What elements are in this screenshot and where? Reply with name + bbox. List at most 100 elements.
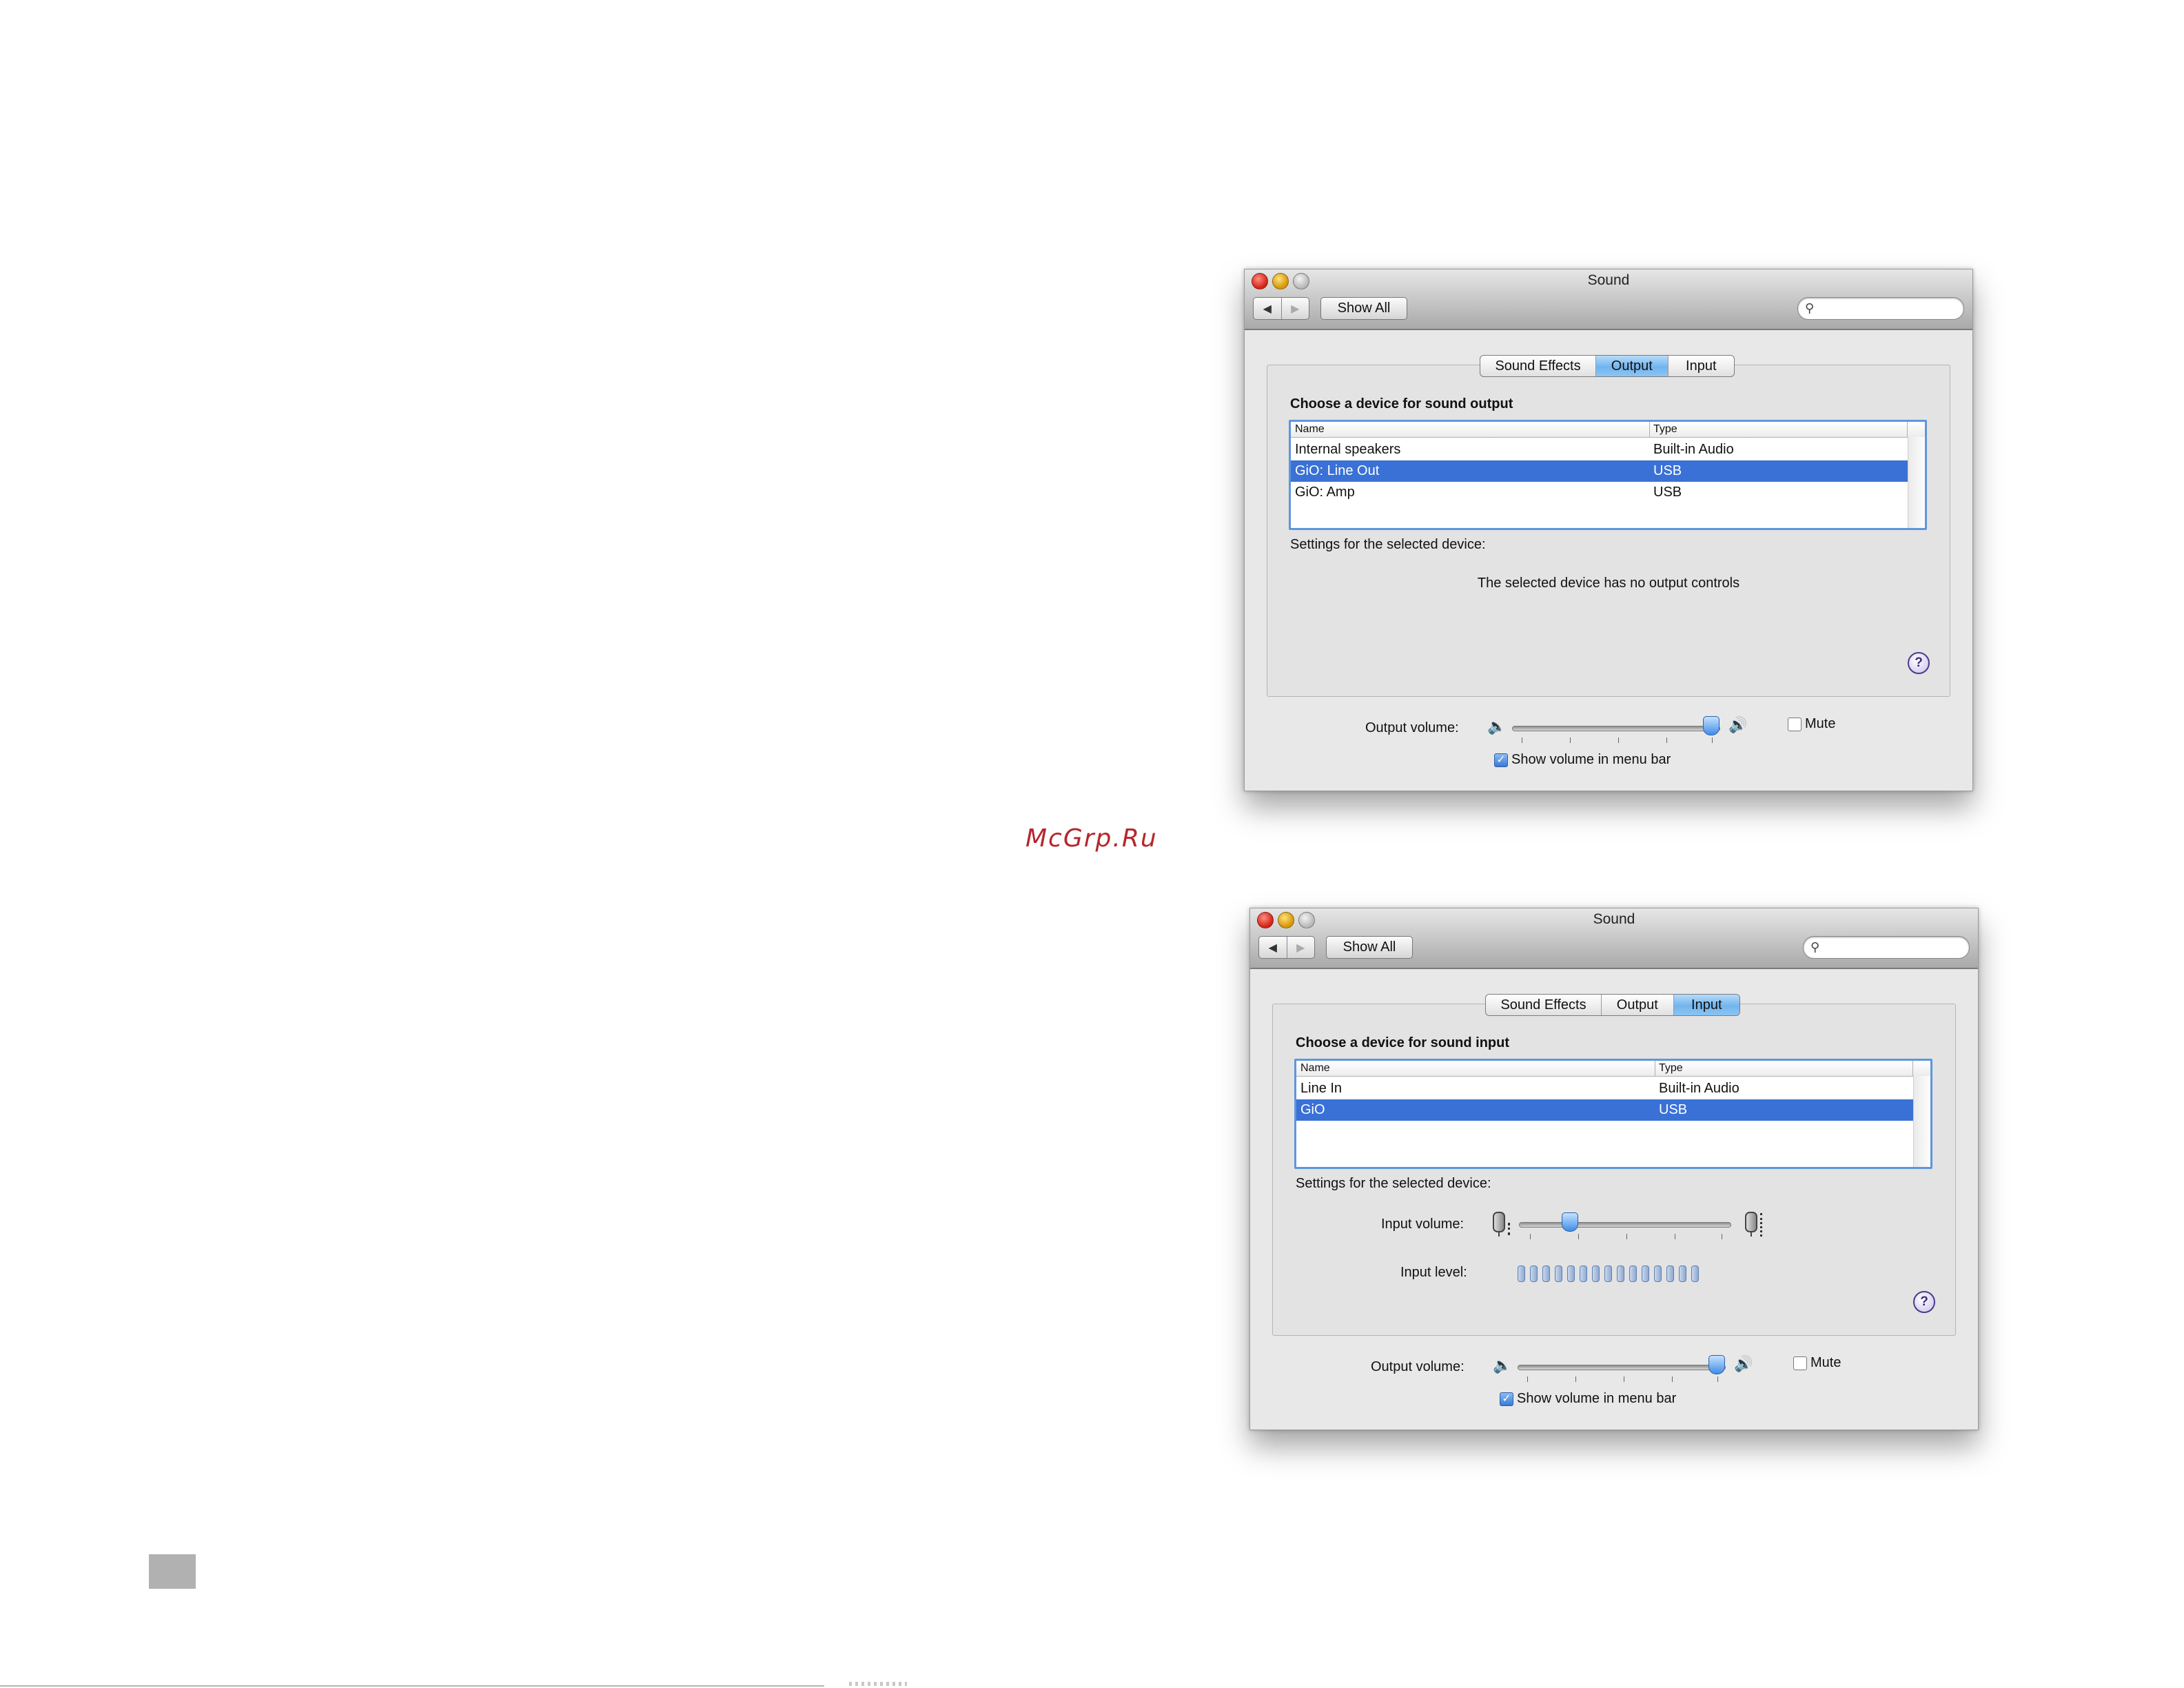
- output-volume-slider[interactable]: [1512, 726, 1720, 731]
- speaker-high-icon: 🔊: [1734, 1355, 1753, 1372]
- input-level-segment: [1530, 1265, 1538, 1282]
- input-level-segment: [1580, 1265, 1587, 1282]
- show-volume-label: Show volume in menu bar: [1511, 752, 1671, 767]
- device-name: GiO: Line Out: [1295, 463, 1380, 478]
- tab-sound-effects[interactable]: Sound Effects: [1480, 356, 1595, 376]
- window-toolbar: Sound ◀ ▶ Show All ⚲: [1250, 908, 1978, 969]
- input-level-segment: [1666, 1265, 1674, 1282]
- forward-button[interactable]: ▶: [1286, 937, 1315, 958]
- section-title: Choose a device for sound output: [1290, 396, 1513, 411]
- device-name: Line In: [1300, 1081, 1343, 1096]
- device-name: GiO: Amp: [1295, 485, 1355, 500]
- settings-group-box: [1267, 365, 1950, 697]
- table-row[interactable]: GiO: Amp USB: [1291, 482, 1908, 503]
- window-title: Sound: [1593, 911, 1635, 927]
- tab-output[interactable]: Output: [1595, 356, 1668, 376]
- output-volume-label: Output volume:: [1365, 720, 1459, 735]
- sound-preferences-window-output: Sound ◀ ▶ Show All ⚲ Sound Effects Outpu…: [1244, 269, 1973, 791]
- mute-checkbox[interactable]: [1788, 718, 1802, 731]
- output-device-table[interactable]: Name Type Internal speakers Built-in Aud…: [1289, 420, 1927, 530]
- mute-checkbox[interactable]: [1793, 1356, 1807, 1370]
- output-volume-slider[interactable]: [1518, 1365, 1726, 1370]
- tab-input[interactable]: Input: [1667, 356, 1734, 376]
- table-header: Name Type: [1291, 422, 1925, 438]
- footer-rule: [0, 1685, 824, 1687]
- input-level-segment: [1604, 1265, 1612, 1282]
- back-button[interactable]: ◀: [1254, 298, 1281, 319]
- column-header-type[interactable]: Type: [1659, 1062, 1683, 1075]
- tab-sound-effects[interactable]: Sound Effects: [1486, 995, 1601, 1015]
- input-level-segment: [1679, 1265, 1686, 1282]
- table-row-selected[interactable]: GiO USB: [1296, 1099, 1914, 1121]
- input-level-meter: [1518, 1265, 1699, 1282]
- table-row-selected[interactable]: GiO: Line Out USB: [1291, 460, 1908, 482]
- output-volume-slider-knob[interactable]: [1703, 716, 1719, 735]
- input-level-segment: [1617, 1265, 1624, 1282]
- search-field[interactable]: ⚲: [1797, 297, 1964, 320]
- table-row[interactable]: Line In Built-in Audio: [1296, 1078, 1914, 1099]
- footer-mark: [849, 1682, 907, 1686]
- input-level-segment: [1518, 1265, 1525, 1282]
- sound-preferences-window-input: Sound ◀ ▶ Show All ⚲ Sound Effects Outpu…: [1249, 908, 1979, 1430]
- device-type: Built-in Audio: [1653, 442, 1734, 457]
- input-level-segment: [1592, 1265, 1600, 1282]
- input-volume-slider-knob[interactable]: [1562, 1212, 1579, 1232]
- window-toolbar: Sound ◀ ▶ Show All ⚲: [1245, 270, 1972, 330]
- show-volume-checkbox[interactable]: ✓: [1500, 1392, 1513, 1406]
- input-volume-slider[interactable]: [1519, 1222, 1731, 1228]
- mute-label: Mute: [1810, 1355, 1841, 1370]
- input-level-segment: [1567, 1265, 1575, 1282]
- navigation-buttons: ◀ ▶: [1258, 936, 1315, 959]
- microphone-high-icon: [1745, 1212, 1757, 1232]
- input-level-segment: [1642, 1265, 1649, 1282]
- column-header-type[interactable]: Type: [1653, 423, 1677, 436]
- speaker-low-icon: 🔈: [1487, 718, 1507, 735]
- input-level-segment: [1629, 1265, 1637, 1282]
- settings-label: Settings for the selected device:: [1290, 537, 1486, 552]
- show-all-button[interactable]: Show All: [1320, 297, 1407, 320]
- device-name: GiO: [1300, 1102, 1325, 1117]
- tab-control: Sound Effects Output Input: [1480, 355, 1735, 377]
- input-device-table[interactable]: Name Type Line In Built-in Audio GiO USB: [1294, 1059, 1932, 1169]
- tab-output[interactable]: Output: [1601, 995, 1673, 1015]
- search-input[interactable]: [1821, 300, 1955, 318]
- show-all-button[interactable]: Show All: [1326, 936, 1413, 959]
- search-icon: ⚲: [1805, 301, 1815, 315]
- input-level-segment: [1691, 1265, 1699, 1282]
- table-row[interactable]: Internal speakers Built-in Audio: [1291, 439, 1908, 460]
- section-title: Choose a device for sound input: [1296, 1035, 1510, 1050]
- show-volume-label: Show volume in menu bar: [1517, 1391, 1677, 1406]
- forward-button[interactable]: ▶: [1280, 298, 1309, 319]
- speaker-high-icon: 🔊: [1728, 716, 1748, 733]
- output-volume-label: Output volume:: [1371, 1359, 1464, 1374]
- back-button[interactable]: ◀: [1259, 937, 1287, 958]
- show-volume-checkbox[interactable]: ✓: [1494, 753, 1508, 767]
- input-level-segment: [1555, 1265, 1562, 1282]
- device-type: USB: [1653, 463, 1682, 478]
- table-header: Name Type: [1296, 1061, 1930, 1077]
- search-field[interactable]: ⚲: [1803, 936, 1970, 959]
- column-header-name[interactable]: Name: [1300, 1062, 1330, 1075]
- settings-label: Settings for the selected device:: [1296, 1176, 1491, 1191]
- table-scrollbar[interactable]: [1908, 437, 1925, 528]
- navigation-buttons: ◀ ▶: [1253, 297, 1309, 320]
- search-input[interactable]: [1827, 939, 1961, 957]
- input-level-segment: [1542, 1265, 1550, 1282]
- device-type: Built-in Audio: [1659, 1081, 1739, 1096]
- device-type: USB: [1659, 1102, 1688, 1117]
- table-scrollbar[interactable]: [1913, 1076, 1930, 1167]
- tab-input[interactable]: Input: [1673, 995, 1739, 1015]
- input-level-label: Input level:: [1400, 1265, 1467, 1280]
- column-header-name[interactable]: Name: [1295, 423, 1325, 436]
- tab-control: Sound Effects Output Input: [1485, 994, 1740, 1016]
- page-marker-block: [149, 1554, 196, 1589]
- help-button[interactable]: ?: [1908, 652, 1930, 674]
- input-level-segment: [1654, 1265, 1662, 1282]
- output-volume-slider-knob[interactable]: [1708, 1355, 1725, 1374]
- search-icon: ⚲: [1810, 940, 1820, 954]
- speaker-low-icon: 🔈: [1493, 1356, 1512, 1374]
- microphone-low-icon: [1493, 1212, 1505, 1232]
- help-button[interactable]: ?: [1913, 1291, 1935, 1313]
- device-type: USB: [1653, 485, 1682, 500]
- device-name: Internal speakers: [1295, 442, 1401, 457]
